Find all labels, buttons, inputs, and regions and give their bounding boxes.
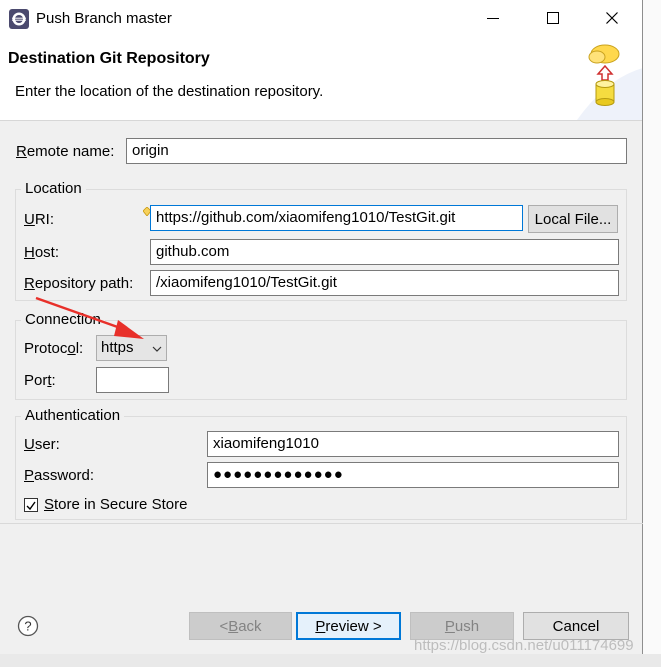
- remote-name-input[interactable]: origin: [126, 138, 627, 164]
- footer-separator: [0, 523, 643, 524]
- wizard-banner: Destination Git Repository Enter the loc…: [0, 38, 643, 121]
- svg-text:?: ?: [24, 619, 31, 634]
- maximize-icon: [547, 11, 559, 28]
- close-icon: [606, 11, 618, 28]
- authentication-group-title: Authentication: [21, 407, 125, 424]
- back-button[interactable]: < Back: [189, 612, 292, 640]
- repository-path-input[interactable]: /xiaomifeng1010/TestGit.git: [150, 270, 619, 296]
- eclipse-icon: [9, 9, 29, 29]
- user-label: User:: [24, 436, 60, 453]
- repository-path-label: Repository path:: [24, 275, 134, 292]
- password-input[interactable]: ●●●●●●●●●●●●●: [207, 462, 619, 488]
- store-secure-checkbox-row[interactable]: Store in Secure Store: [24, 496, 187, 513]
- user-input[interactable]: xiaomifeng1010: [207, 431, 619, 457]
- port-input[interactable]: [96, 367, 169, 393]
- host-label: Host:: [24, 244, 60, 261]
- port-label: Port:: [24, 372, 56, 389]
- preview-button[interactable]: Preview >: [296, 612, 401, 640]
- local-file-button[interactable]: Local File...: [528, 205, 618, 233]
- git-repository-icon: [567, 38, 643, 120]
- close-button[interactable]: [589, 0, 635, 38]
- uri-label: URI:: [24, 211, 55, 228]
- chevron-down-icon: [152, 336, 162, 360]
- maximize-button[interactable]: [530, 0, 576, 38]
- banner-message: Enter the location of the destination re…: [15, 83, 324, 100]
- banner-title: Destination Git Repository: [8, 50, 210, 67]
- host-input[interactable]: github.com: [150, 239, 619, 265]
- help-icon[interactable]: ?: [17, 615, 39, 641]
- minimize-icon: [487, 11, 499, 28]
- background-window: [643, 0, 661, 667]
- uri-input[interactable]: https://github.com/xiaomifeng1010/TestGi…: [150, 205, 523, 231]
- location-group-title: Location: [21, 180, 86, 197]
- password-label: Password:: [24, 467, 95, 484]
- annotation-arrow-icon: [34, 296, 146, 346]
- watermark: https://blog.csdn.net/u011174699: [414, 637, 634, 654]
- remote-name-label: Remote name:: [16, 143, 115, 160]
- window-title: Push Branch master: [36, 10, 172, 27]
- background-window-strip: [0, 654, 661, 667]
- minimize-button[interactable]: [470, 0, 516, 38]
- title-bar[interactable]: Push Branch master: [0, 0, 643, 38]
- cancel-button[interactable]: Cancel: [523, 612, 629, 640]
- store-secure-checkbox[interactable]: [24, 497, 38, 512]
- push-button[interactable]: Push: [410, 612, 514, 640]
- store-secure-label: Store in Secure Store: [44, 496, 188, 513]
